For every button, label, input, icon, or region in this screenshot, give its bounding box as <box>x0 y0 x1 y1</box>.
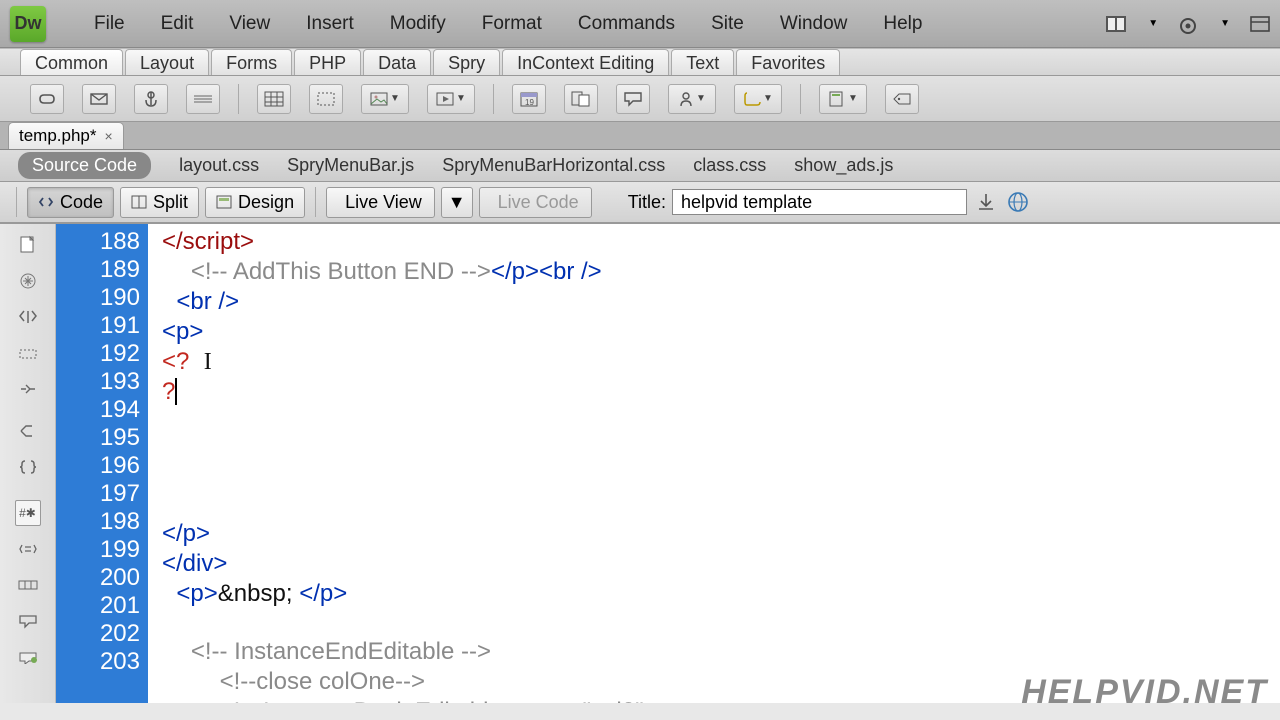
document-tab-bar: temp.php* × <box>0 122 1280 150</box>
related-file-sprymenubar[interactable]: SpryMenuBar.js <box>287 155 414 176</box>
remove-comment-icon[interactable] <box>15 536 41 562</box>
insert-tab-favorites[interactable]: Favorites <box>736 49 840 75</box>
templates-button[interactable]: ▼ <box>819 84 867 114</box>
insert-toolbar: ▼ ▼ 19 ▼ ▼ ▼ <box>0 76 1280 122</box>
open-documents-icon[interactable] <box>15 232 41 258</box>
line-number-gutter: 1881891901911921931941951961971981992002… <box>56 224 148 703</box>
menu-commands[interactable]: Commands <box>560 7 693 41</box>
code-icon <box>38 195 54 209</box>
recent-snippets-icon[interactable] <box>15 608 41 634</box>
view-label: Design <box>238 192 294 213</box>
highlight-icon[interactable] <box>15 418 41 444</box>
live-view-dropdown[interactable]: ▼ <box>441 187 473 218</box>
gear-icon[interactable] <box>1178 16 1198 32</box>
split-icon <box>131 195 147 209</box>
view-label: Code <box>60 192 103 213</box>
insert-tab-layout[interactable]: Layout <box>125 49 209 75</box>
separator <box>16 187 17 217</box>
menubar: Dw File Edit View Insert Modify Format C… <box>0 0 1280 48</box>
line-numbers-icon[interactable] <box>15 376 41 402</box>
layout-switcher-icon[interactable] <box>1106 16 1126 32</box>
live-view-label: Live View <box>345 192 422 213</box>
menu-site[interactable]: Site <box>693 7 762 41</box>
related-files-bar: Source Code layout.css SpryMenuBar.js Sp… <box>0 150 1280 182</box>
menu-view[interactable]: View <box>211 7 288 41</box>
design-view-button[interactable]: Design <box>205 187 305 218</box>
document-toolbar: Code Split Design Live View ▼ Live Code … <box>0 182 1280 224</box>
app-logo: Dw <box>10 6 46 42</box>
chevron-down-icon[interactable]: ▼ <box>1220 18 1230 29</box>
script-button[interactable]: ▼ <box>734 84 782 114</box>
menu-format[interactable]: Format <box>464 7 560 41</box>
separator <box>238 84 239 114</box>
separator <box>800 84 801 114</box>
menu-modify[interactable]: Modify <box>372 7 464 41</box>
menu-edit[interactable]: Edit <box>143 7 212 41</box>
insert-tab-common[interactable]: Common <box>20 49 123 75</box>
svg-text:19: 19 <box>525 98 534 107</box>
comment-button[interactable] <box>616 84 650 114</box>
hr-button[interactable] <box>186 84 220 114</box>
head-button[interactable]: ▼ <box>668 84 716 114</box>
related-file-source[interactable]: Source Code <box>18 152 151 179</box>
menu-help[interactable]: Help <box>865 7 940 41</box>
media-button[interactable]: ▼ <box>427 84 475 114</box>
split-view-button[interactable]: Split <box>120 187 199 218</box>
separator <box>493 84 494 114</box>
tag-chooser-button[interactable] <box>885 84 919 114</box>
wrap-tag-icon[interactable] <box>15 572 41 598</box>
view-label: Split <box>153 192 188 213</box>
code-view-button[interactable]: Code <box>27 187 114 218</box>
insert-tab-text[interactable]: Text <box>671 49 734 75</box>
file-management-icon[interactable] <box>973 189 999 215</box>
code-view-toolbar: #✱ <box>0 224 56 703</box>
watermark: HELPVID.NET <box>1021 673 1268 712</box>
insert-tab-forms[interactable]: Forms <box>211 49 292 75</box>
code-editor[interactable]: </script> <!-- AddThis Button END --></p… <box>148 224 1280 703</box>
insert-tab-incontext[interactable]: InContext Editing <box>502 49 669 75</box>
named-anchor-button[interactable] <box>134 84 168 114</box>
insert-tab-spry[interactable]: Spry <box>433 49 500 75</box>
images-button[interactable]: ▼ <box>361 84 409 114</box>
apply-comment-icon[interactable]: #✱ <box>15 500 41 526</box>
move-css-icon[interactable] <box>15 644 41 670</box>
balance-braces-icon[interactable] <box>15 340 41 366</box>
insert-tab-bar: Common Layout Forms PHP Data Spry InCont… <box>0 48 1280 76</box>
insert-tab-data[interactable]: Data <box>363 49 431 75</box>
div-button[interactable] <box>309 84 343 114</box>
table-button[interactable] <box>257 84 291 114</box>
page-title-input[interactable] <box>672 189 967 215</box>
date-button[interactable]: 19 <box>512 84 546 114</box>
related-file-class[interactable]: class.css <box>693 155 766 176</box>
ssi-button[interactable] <box>564 84 598 114</box>
preview-icon[interactable] <box>1005 189 1031 215</box>
document-tab[interactable]: temp.php* × <box>8 122 124 149</box>
live-view-button[interactable]: Live View <box>326 187 435 218</box>
related-file-showads[interactable]: show_ads.js <box>794 155 893 176</box>
menu-insert[interactable]: Insert <box>288 7 372 41</box>
search-panel-icon[interactable] <box>1250 16 1270 32</box>
select-parent-icon[interactable] <box>15 304 41 330</box>
insert-tab-php[interactable]: PHP <box>294 49 361 75</box>
document-tab-label: temp.php* <box>19 126 97 146</box>
email-link-button[interactable] <box>82 84 116 114</box>
menu-file[interactable]: File <box>76 7 143 41</box>
collapse-icon[interactable] <box>15 268 41 294</box>
chevron-down-icon[interactable]: ▼ <box>1148 18 1158 29</box>
syntax-error-icon[interactable] <box>15 454 41 480</box>
separator <box>315 187 316 217</box>
close-icon[interactable]: × <box>105 128 113 144</box>
menu-window[interactable]: Window <box>762 7 866 41</box>
live-code-label: Live Code <box>498 192 579 213</box>
related-file-sprymenubarh[interactable]: SpryMenuBarHorizontal.css <box>442 155 665 176</box>
live-code-button[interactable]: Live Code <box>479 187 592 218</box>
hyperlink-button[interactable] <box>30 84 64 114</box>
design-icon <box>216 195 232 209</box>
related-file-layout[interactable]: layout.css <box>179 155 259 176</box>
title-label: Title: <box>628 192 666 213</box>
editor-area: #✱ 1881891901911921931941951961971981992… <box>0 224 1280 703</box>
